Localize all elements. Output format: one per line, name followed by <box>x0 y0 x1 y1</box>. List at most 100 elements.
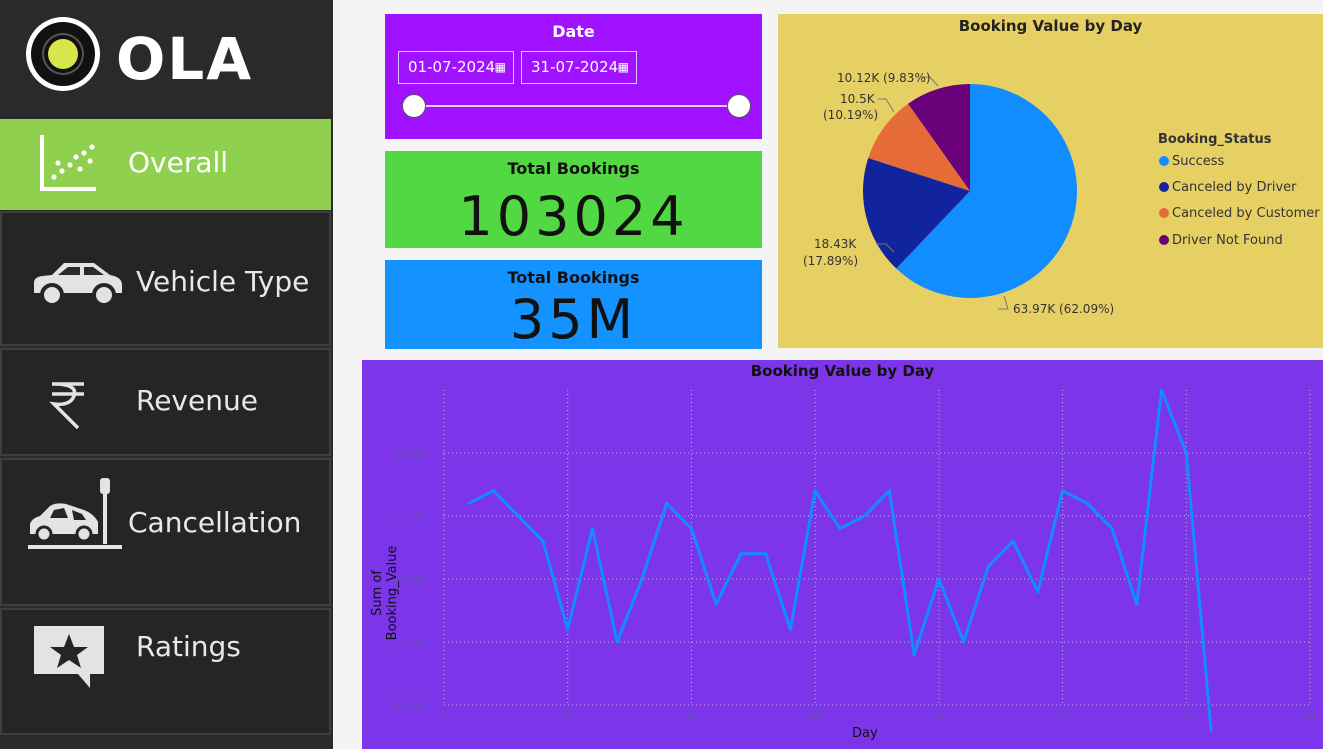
data-point[interactable] <box>491 489 495 493</box>
legend-dot <box>1159 208 1169 218</box>
x-tick-label: 10 <box>685 711 698 722</box>
pie-label: 18.43K <box>814 237 857 251</box>
slider-start-handle[interactable] <box>402 94 426 118</box>
data-point[interactable] <box>1011 539 1015 543</box>
data-point[interactable] <box>516 514 520 518</box>
data-point[interactable] <box>541 539 545 543</box>
kpi-title: Total Bookings <box>507 268 640 287</box>
nav-label: Revenue <box>136 384 258 417</box>
x-tick-label: 25 <box>1056 711 1069 722</box>
data-point[interactable] <box>566 627 570 631</box>
car-icon <box>34 263 122 307</box>
car-crash-icon <box>28 478 122 549</box>
calendar-icon[interactable]: ▦ <box>495 52 506 83</box>
data-point[interactable] <box>838 527 842 531</box>
date-range-slider-track[interactable] <box>413 105 739 107</box>
legend-item[interactable]: Canceled by Customer <box>1159 206 1320 221</box>
data-point[interactable] <box>788 627 792 631</box>
kpi-title: Total Bookings <box>507 159 640 178</box>
x-tick-label: 5 <box>565 711 571 722</box>
data-point[interactable] <box>813 489 817 493</box>
data-point[interactable] <box>887 489 891 493</box>
data-point[interactable] <box>1036 590 1040 594</box>
legend-dot <box>1159 182 1169 192</box>
data-point[interactable] <box>912 653 916 657</box>
data-point[interactable] <box>714 602 718 606</box>
data-point[interactable] <box>937 577 941 581</box>
data-point[interactable] <box>1209 728 1213 732</box>
ola-logo: OLA <box>0 3 333 117</box>
nav-revenue[interactable]: Revenue <box>0 348 331 456</box>
data-point[interactable] <box>1160 388 1164 392</box>
x-tick-label: 15 <box>809 711 822 722</box>
legend-label: Canceled by Customer <box>1172 206 1320 221</box>
start-date-input[interactable]: 01-07-2024 ▦ <box>398 51 514 84</box>
legend-label: Success <box>1172 154 1225 169</box>
end-date-input[interactable]: 31-07-2024 ▦ <box>521 51 637 84</box>
leader-line <box>878 98 895 113</box>
y-tick-label: 1.20M <box>393 449 424 460</box>
leader-line <box>998 295 1009 310</box>
legend-dot <box>1159 235 1169 245</box>
x-axis-title: Day <box>852 726 878 741</box>
legend-item[interactable]: Driver Not Found <box>1159 233 1283 248</box>
date-slicer-title: Date <box>552 22 595 41</box>
data-point[interactable] <box>1110 527 1114 531</box>
pie-label: 10.5K <box>840 92 875 106</box>
data-point[interactable] <box>1135 602 1139 606</box>
calendar-icon[interactable]: ▦ <box>618 52 629 83</box>
data-point[interactable] <box>665 501 669 505</box>
data-point[interactable] <box>1184 451 1188 455</box>
data-point[interactable] <box>962 640 966 644</box>
ola-logo-icon <box>26 17 100 91</box>
nav-ratings[interactable]: Ratings <box>0 608 331 735</box>
nav-label: Ratings <box>136 630 241 663</box>
data-point[interactable] <box>986 564 990 568</box>
total-booking-value-card: Total Bookings 35M <box>385 260 762 351</box>
kpi-value: 103024 <box>458 185 689 248</box>
nav-cancellation[interactable]: Cancellation <box>0 458 331 606</box>
data-point[interactable] <box>467 501 471 505</box>
data-point[interactable] <box>1085 501 1089 505</box>
logo-text: OLA <box>116 25 254 93</box>
star-chat-icon <box>34 626 104 688</box>
data-point[interactable] <box>615 640 619 644</box>
scatter-chart-icon <box>40 135 96 191</box>
kpi-value: 35M <box>509 288 638 351</box>
data-point[interactable] <box>764 552 768 556</box>
data-point[interactable] <box>1061 489 1065 493</box>
legend-title: Booking_Status <box>1158 132 1272 147</box>
line-chart-card: Booking Value by Day 0 5 10 15 20 25 30 35 1.00M… <box>362 360 1323 749</box>
x-tick-label: 20 <box>932 711 945 722</box>
nav-overall[interactable]: Overall <box>0 119 331 210</box>
nav-label: Cancellation <box>128 506 302 539</box>
data-point[interactable] <box>590 527 594 531</box>
pie-label: (10.19%) <box>823 108 879 122</box>
legend-item[interactable]: Canceled by Driver <box>1159 180 1297 195</box>
start-date-value: 01-07-2024 <box>408 58 496 76</box>
nav-vehicle-type[interactable]: Vehicle Type <box>0 211 331 346</box>
y-axis-title: Sum of Booking_Value <box>370 545 400 641</box>
line-chart: 0 5 10 15 20 25 30 351.00M1.05M1.10M1.15M1.20M <box>393 388 1316 732</box>
data-point[interactable] <box>640 577 644 581</box>
x-tick-label: 0 <box>441 711 447 722</box>
data-point[interactable] <box>739 552 743 556</box>
y-tick-label: 1.15M <box>393 512 424 523</box>
nav-label: Vehicle Type <box>136 265 310 298</box>
legend-dot <box>1159 156 1169 166</box>
total-bookings-card: Total Bookings 103024 <box>385 151 762 248</box>
legend-label: Driver Not Found <box>1172 233 1283 248</box>
slider-end-handle[interactable] <box>727 94 751 118</box>
y-tick-label: 1.00M <box>393 701 424 712</box>
data-point[interactable] <box>863 514 867 518</box>
x-tick-label: 30 <box>1180 711 1193 722</box>
rupee-icon <box>49 382 84 430</box>
nav-label: Overall <box>128 146 229 179</box>
legend-label: Canceled by Driver <box>1172 180 1297 195</box>
sidebar: OLA Overall Vehicle Type Revenue Cancell… <box>0 0 333 749</box>
series-line[interactable] <box>468 388 1213 731</box>
legend-item[interactable]: Success <box>1159 154 1224 169</box>
pie-label: 10.12K (9.83%) <box>837 71 931 85</box>
pie-label: (17.89%) <box>803 254 859 268</box>
data-point[interactable] <box>689 527 693 531</box>
